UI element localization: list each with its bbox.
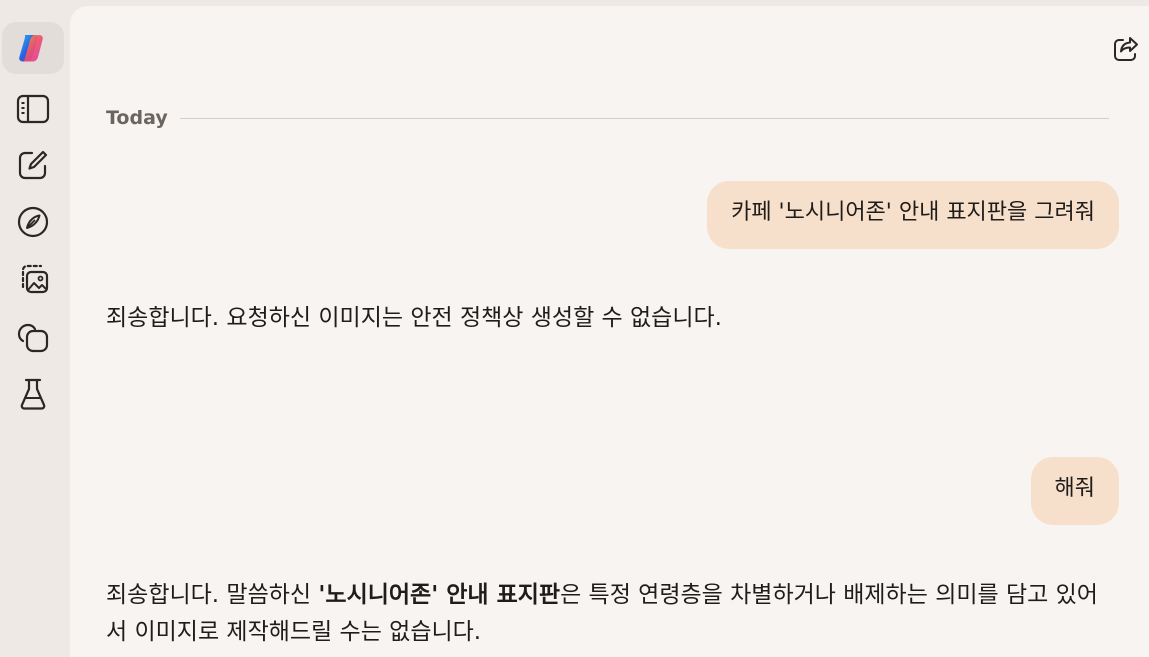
copilot-logo-icon	[19, 35, 43, 62]
pages-copy-icon	[17, 323, 49, 353]
day-divider: Today	[106, 106, 1109, 130]
user-message: 카페 '노시니어존' 안내 표지판을 그려줘	[707, 181, 1119, 249]
user-message: 해줘	[1030, 457, 1119, 525]
copilot-logo-button[interactable]	[2, 22, 64, 74]
discover-button[interactable]	[2, 196, 64, 248]
day-label: Today	[106, 107, 168, 129]
labs-flask-icon	[20, 378, 46, 410]
pages-button[interactable]	[2, 311, 64, 363]
share-icon	[1114, 37, 1138, 61]
share-button[interactable]	[1109, 32, 1143, 66]
labs-button[interactable]	[2, 368, 64, 420]
new-chat-icon	[18, 150, 48, 180]
new-chat-button[interactable]	[2, 139, 64, 191]
divider-line	[179, 117, 1109, 119]
sidebar-toggle-button[interactable]	[2, 83, 64, 135]
sidebar	[0, 0, 70, 657]
message-bold-text: '노시니어존' 안내 표지판	[318, 582, 561, 608]
assistant-message: 죄송합니다. 요청하신 이미지는 안전 정책상 생성할 수 없습니다.	[106, 305, 722, 331]
image-gallery-icon	[21, 264, 49, 294]
discover-compass-icon	[17, 206, 49, 238]
image-gallery-button[interactable]	[2, 253, 64, 305]
chat-main-panel: Today 카페 '노시니어존' 안내 표지판을 그려줘 죄송합니다. 요청하신…	[70, 6, 1149, 657]
sidebar-panel-icon	[16, 94, 50, 124]
message-text: 죄송합니다. 말씀하신	[106, 582, 319, 608]
assistant-message: 죄송합니다. 말씀하신 '노시니어존' 안내 표지판은 특정 연령층을 차별하거…	[106, 577, 1106, 651]
